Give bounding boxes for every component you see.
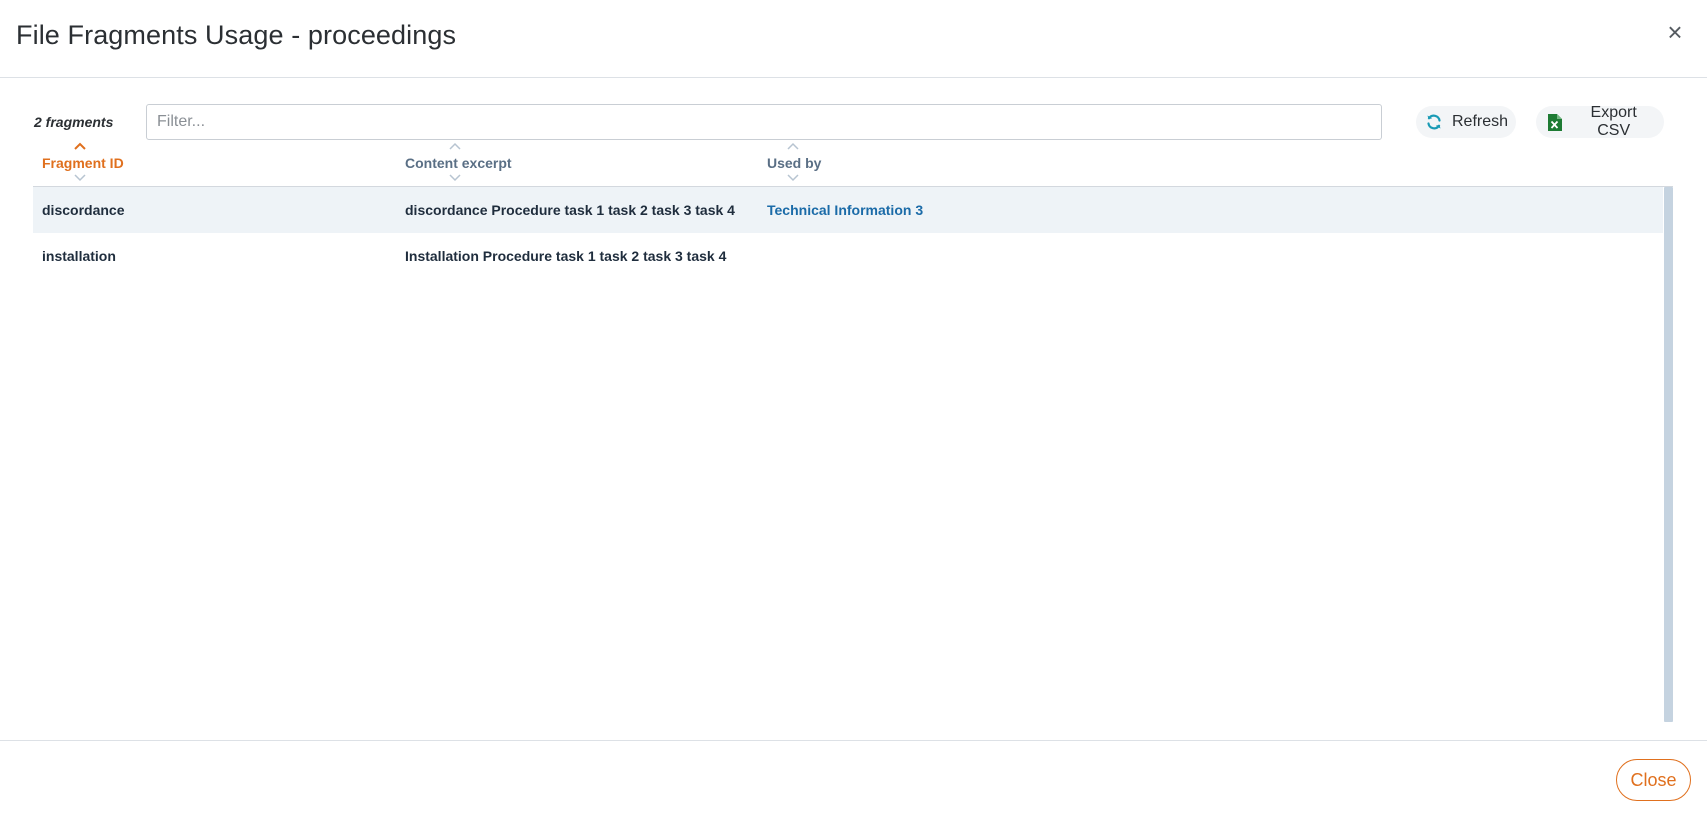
chevron-up-icon <box>787 142 799 150</box>
chevron-down-icon <box>449 174 461 182</box>
fragment-count: 2 fragments <box>34 114 114 130</box>
content-excerpt-cell: Installation Procedure task 1 task 2 tas… <box>405 248 727 264</box>
toolbar: 2 fragments Refresh Export CSV <box>0 104 1707 140</box>
table-body: discordance discordance Procedure task 1… <box>33 187 1673 722</box>
filter-input[interactable] <box>146 104 1382 140</box>
column-label-used-by: Used by <box>767 155 822 171</box>
refresh-icon <box>1426 113 1442 131</box>
fragment-id-cell: discordance <box>42 202 125 218</box>
export-label: Export CSV <box>1590 104 1637 139</box>
chevron-down-icon <box>787 174 799 182</box>
column-label-content-excerpt: Content excerpt <box>405 155 512 171</box>
table-scrollbar[interactable] <box>1664 187 1673 722</box>
column-label-fragment-id: Fragment ID <box>42 155 124 171</box>
column-header-used-by[interactable]: Used by <box>767 140 1127 186</box>
refresh-button[interactable]: Refresh <box>1416 106 1516 138</box>
chevron-down-icon <box>74 174 86 182</box>
fragment-id-cell: installation <box>42 248 116 264</box>
export-csv-button[interactable]: Export CSV <box>1536 104 1664 139</box>
close-icon[interactable]: × <box>1661 18 1689 46</box>
refresh-label: Refresh <box>1452 113 1509 130</box>
chevron-up-icon <box>74 142 86 150</box>
close-button[interactable]: Close <box>1616 759 1691 801</box>
column-header-content-excerpt[interactable]: Content excerpt <box>405 140 765 186</box>
dialog-header: File Fragments Usage - proceedings × <box>0 0 1707 78</box>
table-row[interactable]: installation Installation Procedure task… <box>33 233 1663 279</box>
dialog-title: File Fragments Usage - proceedings <box>16 20 457 50</box>
dialog-footer: Close <box>0 740 1707 821</box>
used-by-link[interactable]: Technical Information 3 <box>767 202 923 218</box>
column-header-fragment-id[interactable]: Fragment ID <box>42 140 402 186</box>
excel-file-icon <box>1546 113 1563 131</box>
table-row[interactable]: discordance discordance Procedure task 1… <box>33 187 1663 233</box>
table-header: Fragment ID Content excerpt Used by <box>33 140 1673 187</box>
chevron-up-icon <box>449 142 461 150</box>
content-excerpt-cell: discordance Procedure task 1 task 2 task… <box>405 202 735 218</box>
